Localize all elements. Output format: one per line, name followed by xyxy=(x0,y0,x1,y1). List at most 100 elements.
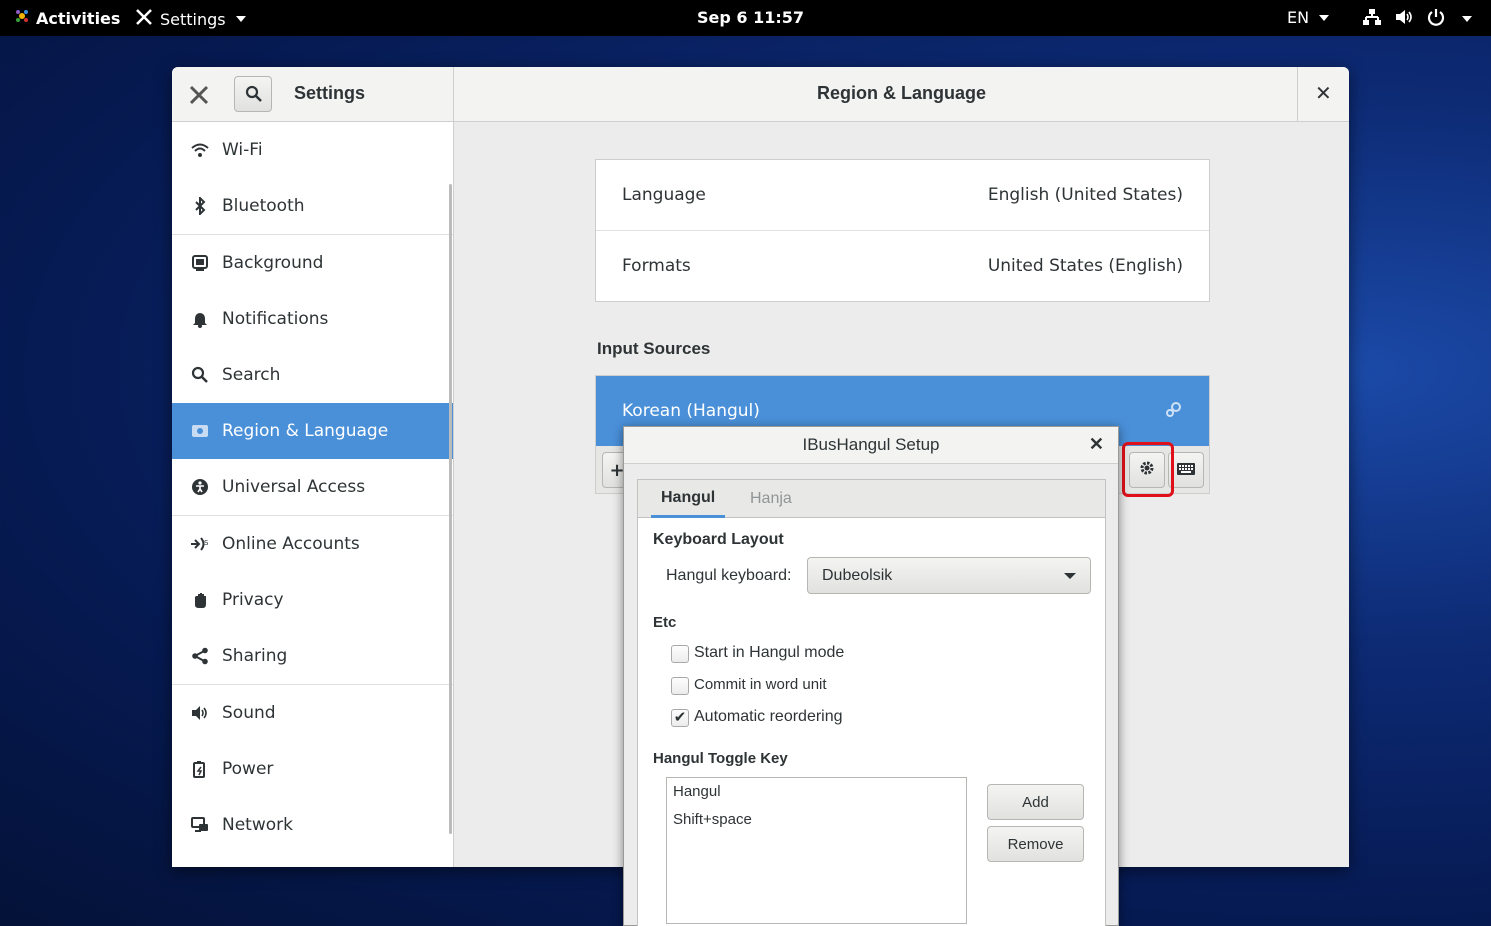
panel-title: Region & Language xyxy=(816,83,986,103)
header-title: Settings xyxy=(294,83,366,103)
chevron-down-icon xyxy=(235,16,246,22)
network-wired-icon xyxy=(1362,8,1382,30)
highlight-box xyxy=(1122,442,1174,497)
remove-button[interactable]: Remove xyxy=(987,826,1084,862)
sidebar-item-label: Network xyxy=(222,815,293,835)
settings-tools-icon xyxy=(134,8,154,30)
chevron-down-icon xyxy=(1462,16,1472,22)
power-icon xyxy=(1426,8,1446,30)
sidebar-item-search[interactable]: Search xyxy=(172,347,453,403)
sidebar-item-label: Sound xyxy=(222,703,276,723)
activities-label: Activities xyxy=(36,8,121,28)
sidebar-item-universal-access[interactable]: Universal Access xyxy=(172,459,453,515)
tab-label: Hanja xyxy=(750,490,792,507)
chevron-down-icon xyxy=(1064,572,1076,579)
search-icon xyxy=(245,85,263,107)
header-left: Settings xyxy=(172,67,454,122)
tab-hangul[interactable]: Hangul xyxy=(651,480,726,518)
system-menu[interactable] xyxy=(1362,8,1472,30)
dialog-titlebar: IBusHangul Setup ✕ xyxy=(624,427,1118,464)
wifi-icon xyxy=(190,140,210,160)
formats-label: Formats xyxy=(622,256,691,276)
sidebar-item-label: Power xyxy=(222,759,274,779)
close-icon[interactable]: ✕ xyxy=(1315,81,1332,105)
dialog-notebook: Hangul Hanja Keyboard Layout Hangul keyb… xyxy=(637,479,1106,926)
hangul-keyboard-label: Hangul keyboard: xyxy=(666,567,792,584)
online-accounts-icon: S xyxy=(190,534,210,554)
sidebar-item-bluetooth[interactable]: Bluetooth xyxy=(172,178,453,234)
top-bar: Activities Settings Sep 6 11:57 EN xyxy=(0,0,1491,36)
input-sources-heading: Input Sources xyxy=(597,339,711,358)
language-value: English (United States) xyxy=(987,185,1183,205)
tab-label: Hangul xyxy=(661,488,716,506)
accessibility-icon xyxy=(190,477,210,497)
sidebar-item-label: Privacy xyxy=(222,590,284,610)
sidebar-item-region-language[interactable]: Region & Language xyxy=(172,403,453,459)
share-icon xyxy=(190,646,210,666)
header-bar: Settings Region & Language ✕ xyxy=(172,67,1349,122)
sidebar-item-wifi[interactable]: Wi-Fi xyxy=(172,122,453,178)
language-indicator-label: EN xyxy=(1287,8,1310,27)
language-row[interactable]: Language English (United States) xyxy=(596,160,1209,230)
sidebar-item-network[interactable]: Network xyxy=(172,797,453,853)
hand-icon xyxy=(190,590,210,610)
sidebar-item-label: Online Accounts xyxy=(222,534,360,554)
sidebar-item-label: Sharing xyxy=(222,646,288,666)
checkmark-icon: ✔ xyxy=(673,709,687,726)
list-item-label: Hangul xyxy=(673,783,721,800)
clock[interactable]: Sep 6 11:57 xyxy=(697,8,804,27)
list-item[interactable]: Hangul xyxy=(673,783,721,800)
language-formats-card: Language English (United States) Formats… xyxy=(595,159,1210,302)
sidebar-item-online-accounts[interactable]: S Online Accounts xyxy=(172,516,453,572)
tab-hanja[interactable]: Hanja xyxy=(740,480,802,518)
start-hangul-mode-checkbox[interactable] xyxy=(671,645,689,663)
tab-bar: Hangul Hanja xyxy=(638,480,1105,518)
sidebar-item-privacy[interactable]: Privacy xyxy=(172,572,453,628)
sidebar-item-notifications[interactable]: Notifications xyxy=(172,291,453,347)
svg-text:S: S xyxy=(204,539,209,547)
sidebar-item-label: Region & Language xyxy=(222,421,389,441)
list-item-label: Shift+space xyxy=(673,811,752,828)
etc-heading: Etc xyxy=(653,614,677,631)
sidebar-item-sharing[interactable]: Sharing xyxy=(172,628,453,684)
list-item[interactable]: Shift+space xyxy=(673,811,752,828)
sidebar-item-label: Bluetooth xyxy=(222,196,305,216)
toggle-key-list: Hangul Shift+space xyxy=(666,777,967,924)
input-source-label: Korean (Hangul) xyxy=(622,401,760,421)
network-icon xyxy=(190,815,210,835)
search-button[interactable] xyxy=(234,76,272,112)
activities-icon xyxy=(14,8,30,28)
add-button[interactable]: Add xyxy=(987,784,1084,820)
formats-row[interactable]: Formats United States (English) xyxy=(596,231,1209,301)
app-menu[interactable]: Settings xyxy=(134,8,246,30)
speaker-icon xyxy=(190,703,210,723)
keyboard-icon xyxy=(1176,461,1196,480)
close-icon[interactable]: ✕ xyxy=(1089,434,1104,455)
activities-button[interactable]: Activities xyxy=(14,8,120,28)
start-hangul-mode-label: Start in Hangul mode xyxy=(694,644,845,661)
sidebar-item-power[interactable]: Power xyxy=(172,741,453,797)
hangul-keyboard-select[interactable]: Dubeolsik xyxy=(807,557,1091,594)
sidebar-item-label: Wi-Fi xyxy=(222,140,263,160)
sidebar-item-sound[interactable]: Sound xyxy=(172,685,453,741)
sidebar-item-label: Background xyxy=(222,253,324,273)
title-divider xyxy=(1297,67,1298,122)
power-icon xyxy=(190,759,210,779)
automatic-reordering-checkbox[interactable]: ✔ xyxy=(671,709,689,727)
settings-gears-icon xyxy=(1165,400,1183,423)
sidebar-item-background[interactable]: Background xyxy=(172,235,453,291)
region-icon xyxy=(190,421,210,441)
sidebar-item-label: Notifications xyxy=(222,309,329,329)
keyboard-layout-heading: Keyboard Layout xyxy=(653,531,784,548)
language-indicator[interactable]: EN xyxy=(1287,8,1330,27)
add-button-label: Add xyxy=(1022,793,1049,811)
tools-icon xyxy=(188,84,210,110)
clock-label: Sep 6 11:57 xyxy=(697,8,805,27)
toggle-key-heading: Hangul Toggle Key xyxy=(653,750,788,767)
commit-word-unit-checkbox[interactable] xyxy=(671,677,689,695)
sidebar-item-label: Search xyxy=(222,365,281,385)
commit-word-unit-label: Commit in word unit xyxy=(694,676,827,693)
sidebar-scrollbar[interactable] xyxy=(449,184,452,834)
ibus-hangul-setup-dialog: IBusHangul Setup ✕ Hangul Hanja Keyboard… xyxy=(623,426,1119,926)
sidebar-item-label: Universal Access xyxy=(222,477,366,497)
